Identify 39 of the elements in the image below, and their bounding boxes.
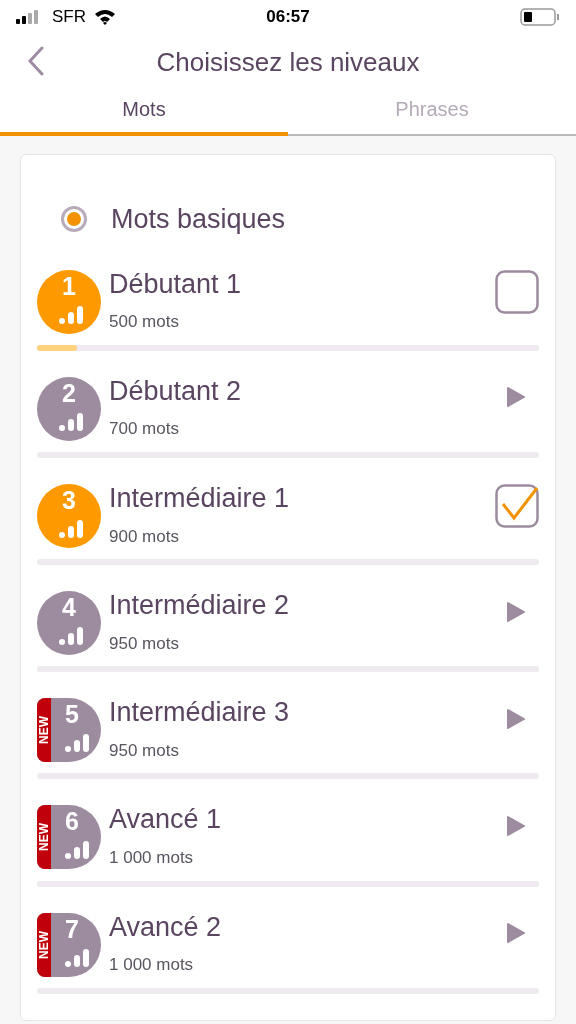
radio-button[interactable]	[61, 206, 87, 233]
signal-bars-icon	[59, 627, 83, 646]
level-number: 4	[61, 595, 77, 621]
word-count: 700 mots	[109, 418, 180, 441]
tab[interactable]: Mots	[0, 90, 288, 136]
status-time: 06:57	[266, 6, 310, 29]
level-number: 3	[61, 487, 77, 513]
level-name: Intermédiaire 1	[109, 483, 291, 514]
signal-bars-icon	[65, 948, 89, 967]
signal-bars-icon	[59, 305, 83, 324]
level-number: 2	[61, 380, 77, 406]
carrier-name: SFR	[52, 6, 86, 29]
checkbox[interactable]	[495, 483, 539, 528]
word-count: 500 mots	[109, 311, 180, 334]
new-label: NEW	[38, 823, 50, 852]
level-name: Avancé 1	[109, 805, 223, 836]
level-name: Intermédiaire 3	[109, 698, 291, 728]
wifi-icon	[94, 9, 116, 25]
screen-title: Choisissez les niveaux	[156, 45, 420, 79]
word-count: 950 mots	[109, 632, 180, 655]
checkbox[interactable]	[495, 269, 539, 314]
word-count: 900 mots	[109, 525, 180, 548]
signal-bars-icon	[65, 734, 89, 753]
word-count: 950 mots	[109, 739, 180, 762]
signal-bars-icon	[59, 519, 83, 538]
signal-bars-icon	[65, 841, 89, 860]
new-label: NEW	[38, 716, 50, 745]
level-name: Intermédiaire 2	[109, 591, 291, 621]
level-name: Débutant 2	[109, 376, 243, 407]
level-name: Avancé 2	[109, 912, 223, 943]
word-count: 1 000 mots	[109, 954, 195, 977]
signal-bars-icon	[59, 412, 83, 431]
level-name: Débutant 1	[109, 269, 243, 300]
back-button[interactable]	[26, 46, 46, 76]
word-count: 1 000 mots	[109, 847, 195, 870]
new-label: NEW	[38, 930, 50, 959]
battery-icon	[520, 8, 560, 26]
level-number: 1	[61, 273, 77, 299]
category-label: Mots basiques	[111, 203, 286, 236]
